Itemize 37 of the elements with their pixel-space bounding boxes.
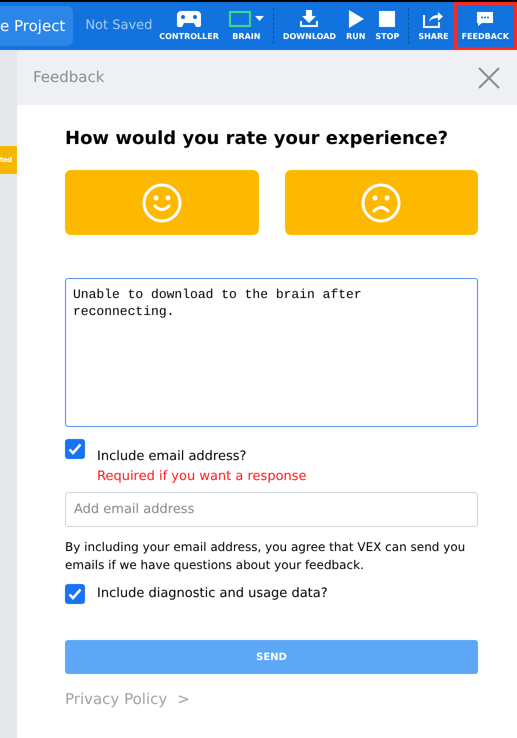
email-field[interactable]: Add email address — [65, 492, 478, 527]
caret-icon — [254, 16, 264, 21]
gamepad-icon — [176, 10, 202, 28]
dialog-title: Feedback — [33, 67, 104, 88]
rating-button[interactable] — [284, 170, 478, 235]
close-icon — [478, 66, 500, 88]
smiley-face-icon — [142, 182, 182, 222]
toolbar-button[interactable]: FEEDBACK — [454, 2, 517, 50]
download-icon — [299, 10, 320, 28]
toolbar-button[interactable]: BRAIN — [224, 2, 269, 50]
share-icon — [423, 10, 444, 28]
toolbar-button[interactable]: RUN — [341, 2, 370, 50]
privacy-policy-link[interactable]: Privacy Policy > — [65, 688, 478, 710]
chat-bubble-icon — [476, 10, 494, 26]
brain-screen-icon — [228, 10, 251, 26]
send-button[interactable]: SEND — [65, 640, 478, 674]
toolbar-button[interactable]: STOP — [370, 2, 404, 50]
checkmark-icon — [68, 588, 82, 600]
checkbox[interactable] — [65, 584, 85, 604]
play-icon — [348, 10, 364, 28]
checkbox[interactable] — [65, 439, 85, 459]
toolbar-button[interactable]: DOWNLOAD — [278, 2, 342, 50]
toolbar-button[interactable]: CONTROLLER — [154, 2, 224, 50]
stop-icon — [379, 10, 396, 26]
checkbox-label: Include email address? — [97, 448, 248, 466]
sad-face-icon — [361, 182, 402, 222]
rating-question: How would you rate your experience? — [65, 127, 450, 151]
toolbar-button[interactable]: SHARE — [413, 2, 454, 50]
checkbox-label: Include diagnostic and usage data? — [97, 585, 328, 604]
save-status: Not Saved — [85, 17, 152, 36]
rating-button[interactable] — [65, 170, 258, 235]
project-name-button[interactable]: e Project — [0, 6, 74, 46]
consent-text: By including your email address, you agree that VEX can send you emails if we have questions about your feedback. — [65, 539, 466, 574]
comment-field[interactable]: Unable to download to the brain after reconnecting. — [65, 278, 478, 427]
checkmark-icon — [68, 443, 82, 455]
required-note: Required if you want a response — [97, 468, 307, 486]
close-button[interactable] — [477, 66, 501, 90]
